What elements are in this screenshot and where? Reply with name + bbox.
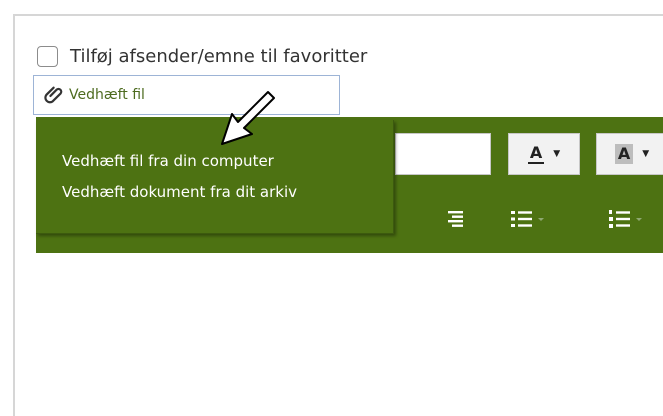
attach-from-archive-item[interactable]: Vedhæft dokument fra dit arkiv (62, 183, 297, 201)
format-bar: A ▼ A ▼ (395, 133, 663, 177)
paragraph-tools (420, 205, 663, 237)
favorite-row[interactable]: Tilføj afsender/emne til favoritter (37, 43, 367, 69)
favorite-checkbox[interactable] (37, 45, 58, 67)
text-color-button[interactable]: A ▼ (508, 133, 580, 175)
bullet-list-icon[interactable] (510, 209, 546, 229)
attach-dropdown-menu: Vedhæft fil fra din computer Vedhæft dok… (36, 120, 394, 234)
message-body-editor[interactable] (36, 253, 663, 398)
attach-from-computer-item[interactable]: Vedhæft fil fra din computer (62, 152, 274, 170)
chevron-down-icon: ▼ (642, 149, 650, 159)
paperclip-icon (44, 86, 63, 104)
favorite-label[interactable]: Tilføj afsender/emne til favoritter (70, 46, 367, 67)
attach-file-label: Vedhæft fil (69, 87, 145, 103)
text-color-icon: A (527, 143, 545, 164)
align-right-icon[interactable] (445, 209, 465, 229)
font-size-input[interactable] (395, 133, 491, 175)
background-color-icon: A (614, 144, 634, 164)
numbered-list-icon[interactable] (608, 209, 644, 229)
chevron-down-icon: ▼ (553, 149, 561, 159)
attach-file-button[interactable]: Vedhæft fil (33, 75, 340, 115)
pointer-arrow-icon (221, 91, 275, 145)
background-color-button[interactable]: A ▼ (596, 133, 663, 175)
